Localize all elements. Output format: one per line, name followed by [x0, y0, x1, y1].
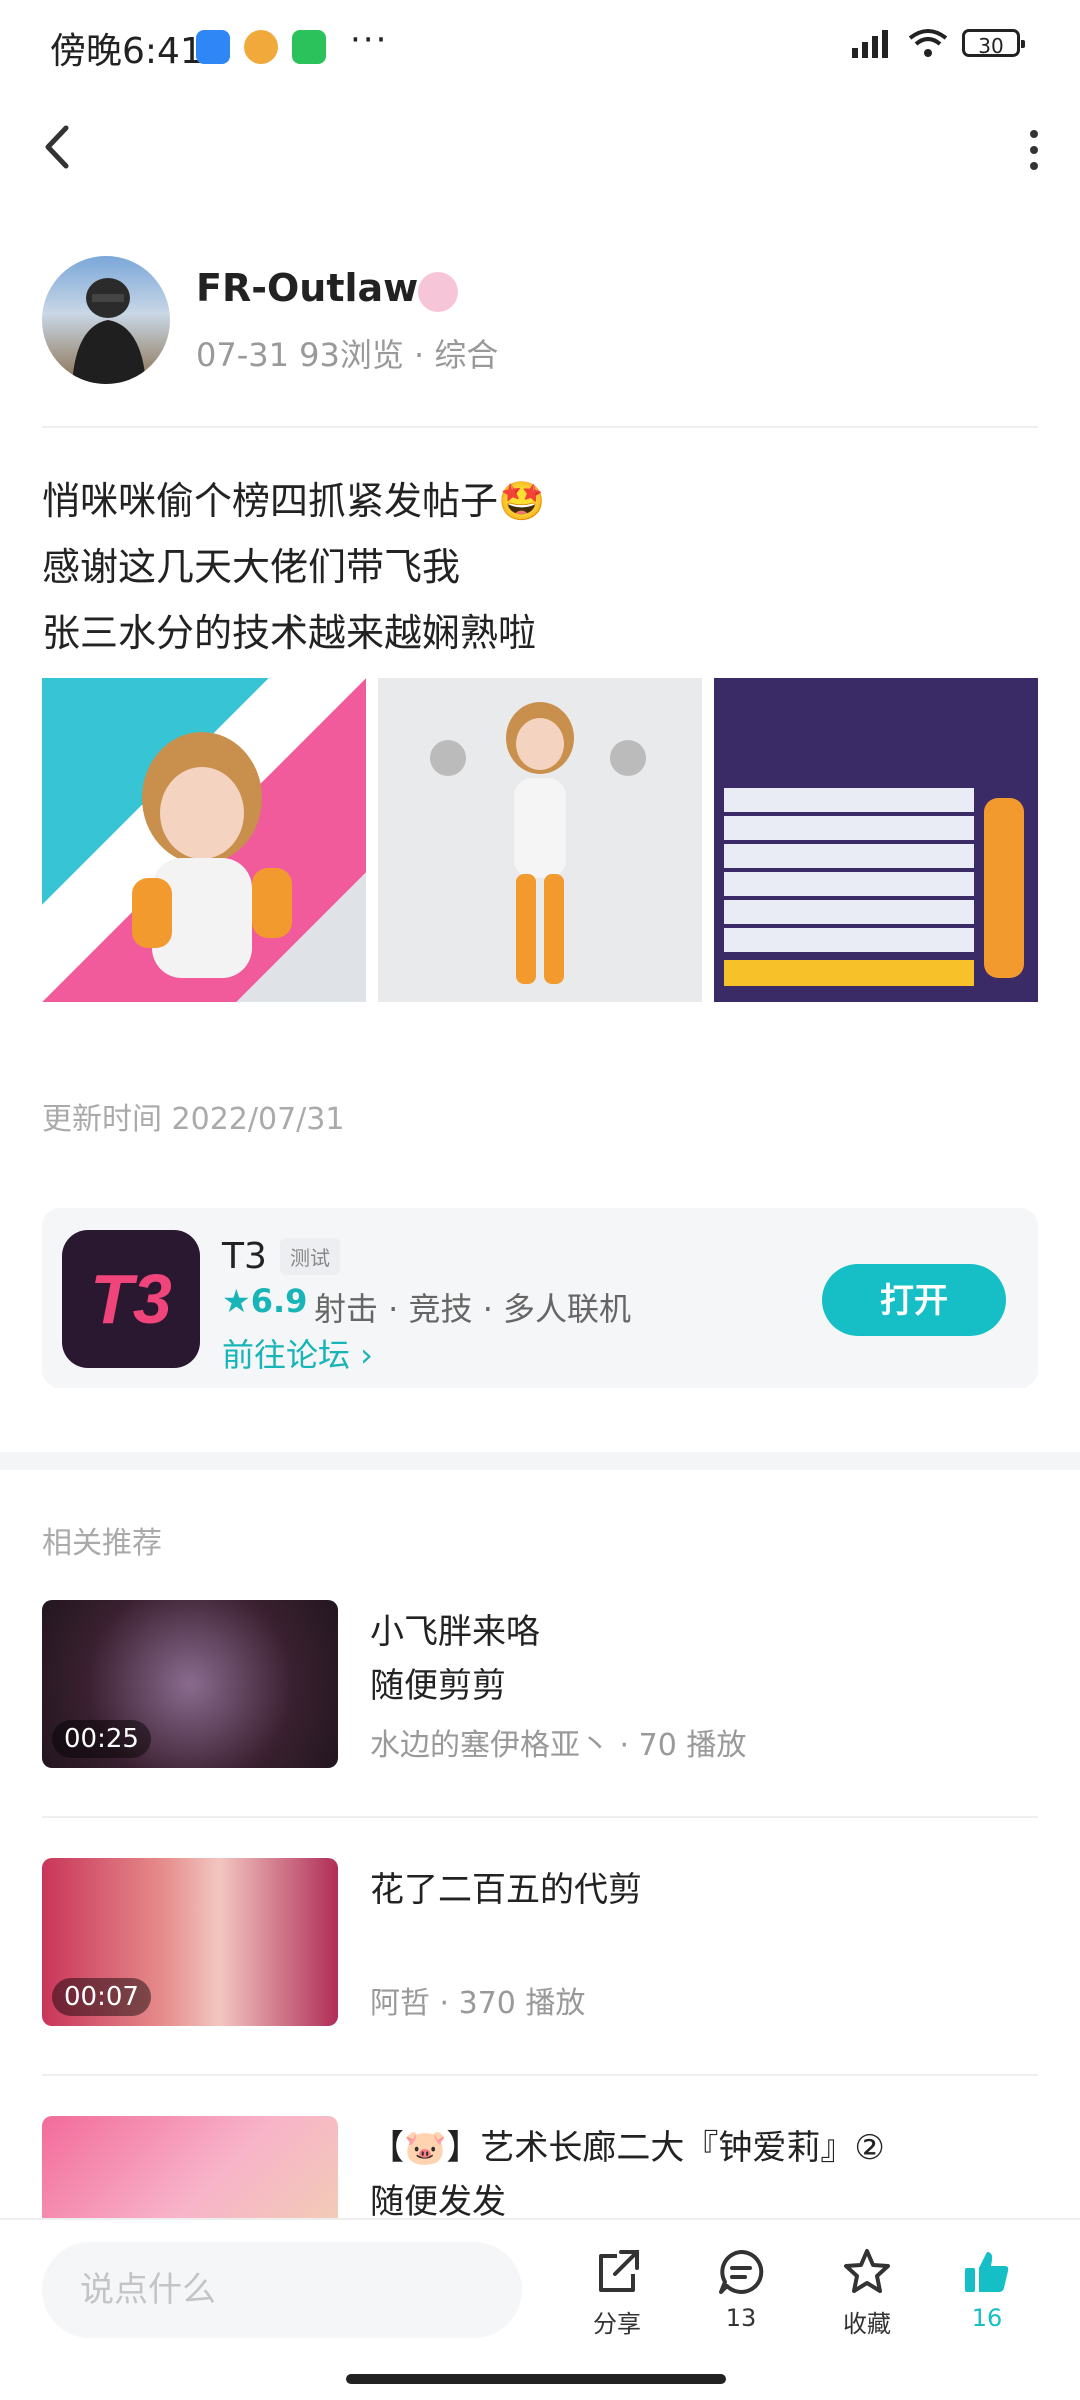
- related-title: 相关推荐: [42, 1526, 162, 1561]
- star-icon: [844, 2249, 890, 2293]
- divider: [42, 1816, 1038, 1818]
- game-test-tag: 测试: [280, 1238, 340, 1275]
- related-item[interactable]: 00:07 花了二百五的代剪 阿哲 · 370 播放: [42, 1858, 1038, 2028]
- leaderboard-screenshot: [724, 788, 1024, 986]
- favorite-label: 收藏: [843, 2310, 891, 2338]
- comment-count: 13: [725, 2304, 757, 2332]
- app-notification-icon: [196, 30, 230, 64]
- post-image-2[interactable]: [378, 678, 702, 1002]
- divider: [42, 426, 1038, 428]
- related-item-meta: 阿哲 · 370 播放: [370, 1986, 586, 2021]
- related-item-subtitle: 随便发发: [370, 2182, 506, 2222]
- post-text-line: 悄咪咪偷个榜四抓紧发帖子🤩: [42, 479, 546, 523]
- related-item-title: 花了二百五的代剪: [370, 1870, 642, 1910]
- verified-badge-icon: [418, 272, 458, 312]
- video-thumbnail: 00:07: [42, 1858, 338, 2026]
- go-to-forum-link[interactable]: 前往论坛 ›: [222, 1330, 373, 1376]
- home-indicator[interactable]: [346, 2374, 726, 2384]
- status-indicators: 30: [850, 28, 1025, 58]
- related-item[interactable]: 00:25 小飞胖来咯 随便剪剪 水边的塞伊格亚丶 · 70 播放: [42, 1600, 1038, 1770]
- like-button[interactable]: 16: [942, 2246, 1032, 2332]
- share-button[interactable]: 分享: [572, 2246, 662, 2339]
- comment-icon: [719, 2249, 764, 2294]
- video-duration: 00:07: [52, 1978, 151, 2016]
- thumbs-up-icon: [965, 2252, 1009, 2292]
- video-thumbnail: 00:25: [42, 1600, 338, 1768]
- share-label: 分享: [593, 2310, 641, 2338]
- soldier-avatar-image: [72, 278, 146, 384]
- post-text-line: 张三水分的技术越来越娴熟啦: [42, 611, 537, 655]
- related-item-meta: 水边的塞伊格亚丶 · 70 播放: [370, 1728, 747, 1763]
- wifi-icon: [908, 29, 948, 57]
- wechat-icon: [292, 30, 326, 64]
- status-time: 傍晚6:41: [50, 31, 203, 72]
- share-icon: [599, 2250, 639, 2292]
- game-logo[interactable]: T3: [62, 1230, 200, 1368]
- related-item-subtitle: 随便剪剪: [370, 1666, 506, 1706]
- like-count: 16: [971, 2304, 1003, 2332]
- open-game-button[interactable]: 打开: [822, 1264, 1006, 1336]
- signal-icon: [852, 30, 888, 58]
- avatar[interactable]: [42, 256, 170, 384]
- game-rating: ★6.9: [222, 1282, 308, 1320]
- related-item-title: 【🐷】艺术长廊二大『钟爱莉』②: [370, 2128, 885, 2168]
- game-genres: 射击 · 竞技 · 多人联机: [314, 1290, 632, 1328]
- post-image-1[interactable]: [42, 678, 366, 1002]
- battery-icon: 30: [962, 29, 1025, 58]
- divider: [42, 2074, 1038, 2076]
- character-illustration: [430, 702, 646, 984]
- character-illustration: [132, 732, 292, 978]
- game-title: T3: [222, 1236, 267, 1277]
- post-meta: 07-31 93浏览 · 综合: [196, 336, 499, 374]
- video-duration: 00:25: [52, 1720, 151, 1758]
- post-image-3[interactable]: [714, 678, 1038, 1002]
- author-name[interactable]: FR-Outlaws: [196, 266, 441, 310]
- post-text-line: 感谢这几天大佬们带飞我: [42, 545, 461, 589]
- comment-button[interactable]: 13: [696, 2246, 786, 2332]
- comment-input[interactable]: [42, 2242, 522, 2338]
- favorite-button[interactable]: 收藏: [822, 2246, 912, 2339]
- related-item-title: 小飞胖来咯: [370, 1612, 540, 1652]
- back-icon[interactable]: [40, 122, 76, 172]
- section-separator: [0, 1452, 1080, 1470]
- game-logo-text: T3: [90, 1260, 172, 1338]
- update-time: 更新时间 2022/07/31: [42, 1102, 345, 1137]
- app-notification-icon: [244, 30, 278, 64]
- more-options-icon[interactable]: [1024, 128, 1044, 172]
- more-notifications-icon: ···: [350, 20, 389, 60]
